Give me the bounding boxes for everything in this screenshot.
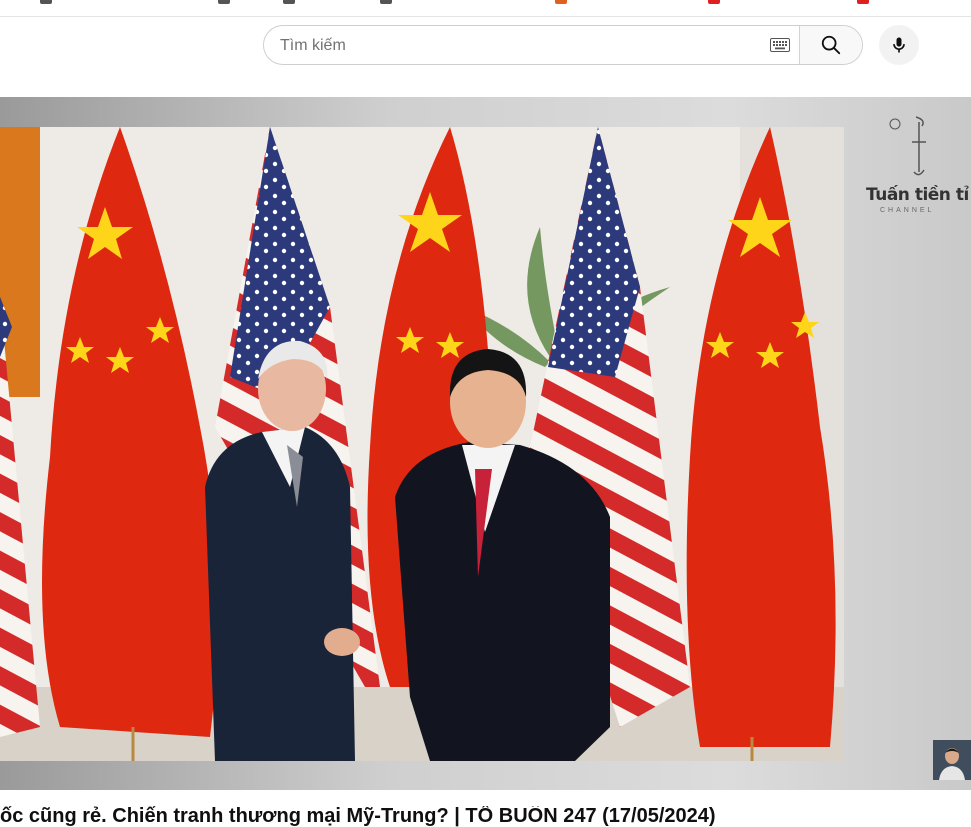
video-player[interactable]: Tuấn tiền tỉ CHANNEL	[0, 97, 971, 790]
search-box	[263, 25, 863, 65]
microphone-icon	[893, 37, 905, 53]
bookmark-icon[interactable]	[708, 0, 720, 4]
presenter-thumbnail	[933, 740, 971, 780]
bookmark-icon[interactable]	[283, 0, 295, 4]
bookmark-icon[interactable]	[857, 0, 869, 4]
watermark-name: Tuấn tiền tỉ	[866, 185, 969, 205]
bookmarks-bar	[0, 0, 971, 17]
search-button[interactable]	[799, 26, 862, 64]
search-icon	[821, 35, 841, 55]
keyboard-icon[interactable]	[770, 38, 790, 52]
search-input[interactable]	[278, 26, 762, 64]
video-frame	[0, 127, 844, 761]
channel-logo-icon	[889, 116, 926, 176]
bookmark-icon[interactable]	[218, 0, 230, 4]
bookmark-icon[interactable]	[40, 0, 52, 4]
bookmark-icon[interactable]	[380, 0, 392, 4]
masthead	[0, 17, 971, 89]
watermark-sub: CHANNEL	[880, 207, 935, 214]
video-title: ốc cũng rẻ. Chiến tranh thương mại Mỹ-Tr…	[0, 806, 716, 827]
channel-watermark: Tuấn tiền tỉ CHANNEL	[866, 112, 971, 222]
voice-search-button[interactable]	[879, 25, 919, 65]
bookmark-icon[interactable]	[555, 0, 567, 4]
